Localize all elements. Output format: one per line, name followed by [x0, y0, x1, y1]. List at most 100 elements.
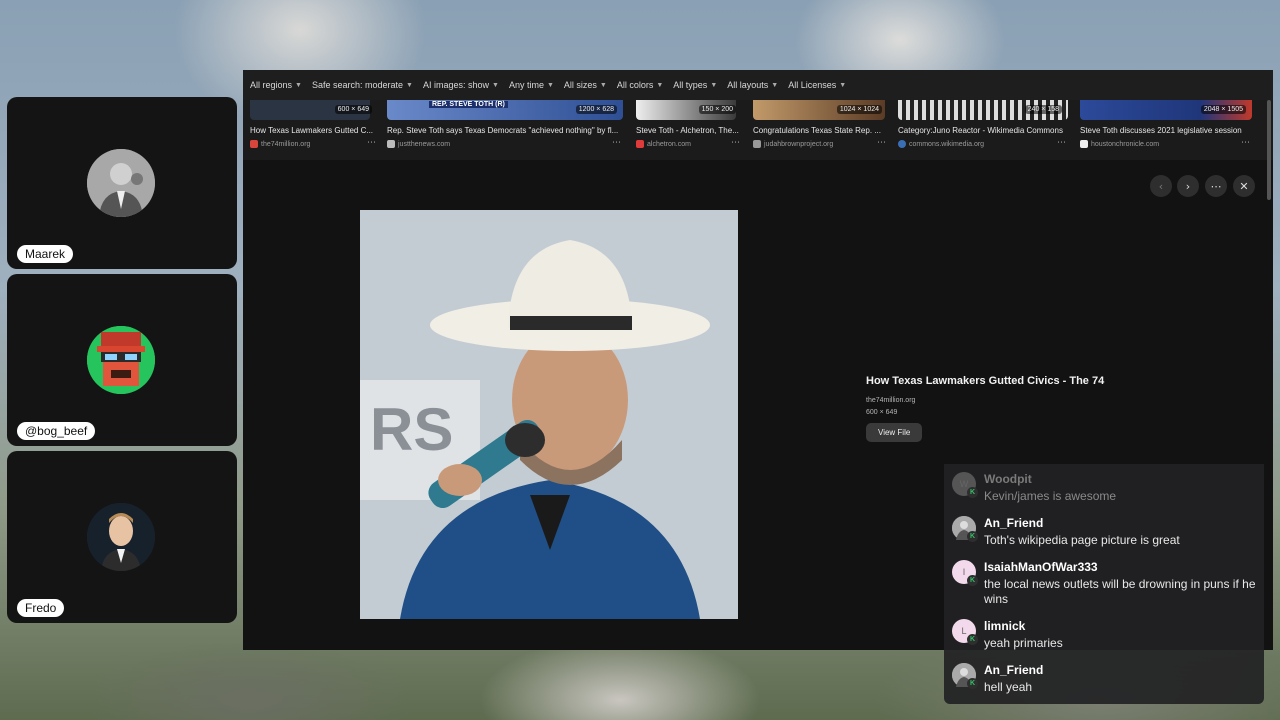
site-favicon-icon	[250, 140, 258, 148]
chevron-down-icon: ▼	[546, 81, 554, 89]
filter-time[interactable]: Any time ▼	[509, 80, 554, 90]
more-options-icon[interactable]: ⋯	[731, 138, 740, 148]
more-options-icon[interactable]: ⋯	[1241, 138, 1250, 148]
image-caption: Steve Toth discusses 2021 legislative se…	[1080, 126, 1242, 135]
avatar	[87, 326, 155, 394]
chevron-left-icon: ‹	[1158, 179, 1164, 193]
chevron-down-icon: ▼	[406, 81, 413, 89]
participant-tile-bog-beef[interactable]: @bog_beef	[7, 274, 237, 446]
image-title[interactable]: How Texas Lawmakers Gutted Civics - The …	[866, 375, 1104, 387]
avatar-initial: I	[962, 567, 966, 577]
chat-username[interactable]: limnick	[984, 619, 1025, 633]
image-dimensions: 240 × 158	[1024, 105, 1062, 114]
chat-text: hell yeah	[984, 680, 1033, 694]
image-source: commons.wikimedia.org	[898, 140, 984, 148]
image-source: houstonchronicle.com	[1080, 140, 1159, 148]
site-favicon-icon	[898, 140, 906, 148]
source-domain: judahbrownproject.org	[764, 140, 834, 148]
image-caption: Congratulations Texas State Rep. ...	[753, 126, 881, 135]
chat-text: Kevin/james is awesome	[984, 489, 1117, 503]
image-source: justthenews.com	[387, 140, 450, 148]
chevron-down-icon: ▼	[599, 81, 607, 89]
next-image-button[interactable]: ›	[1177, 175, 1199, 197]
image-caption: How Texas Lawmakers Gutted C...	[250, 126, 374, 135]
scrollbar[interactable]	[1267, 100, 1271, 200]
chat-text: yeah primaries	[984, 636, 1063, 650]
selected-image-preview[interactable]: RS	[360, 210, 738, 619]
more-options-button[interactable]: ⋯	[1205, 175, 1227, 197]
verified-badge-icon: K	[967, 575, 978, 586]
filter-layouts[interactable]: All layouts ▼	[727, 80, 778, 90]
source-domain: justthenews.com	[398, 140, 451, 148]
filter-colors[interactable]: All colors ▼	[617, 80, 663, 90]
close-viewer-button[interactable]: ✕	[1233, 175, 1255, 197]
filter-ai-images[interactable]: AI images: show ▼	[423, 80, 499, 90]
site-favicon-icon	[387, 140, 395, 148]
pixel-art-face-icon	[87, 326, 155, 394]
image-dimensions: 1024 × 1024	[836, 105, 882, 114]
view-file-button[interactable]: View File	[866, 423, 923, 442]
portrait-photo-icon	[87, 503, 155, 571]
filter-label: All types	[673, 80, 708, 90]
participant-name: Maarek	[17, 245, 74, 263]
source-domain: the74million.org	[261, 140, 311, 148]
chat-username[interactable]: An_Friend	[984, 516, 1043, 530]
image-domain[interactable]: the74million.org	[866, 397, 1104, 404]
chat-panel: W K Woodpit Kevin/james is awesome K An_…	[944, 464, 1264, 704]
filter-label: All layouts	[727, 80, 769, 90]
filter-label: All regions	[250, 80, 293, 90]
image-result[interactable]: 1024 × 1024 Congratulations Texas State …	[753, 100, 888, 158]
cowboy-portrait-image: RS	[360, 210, 738, 619]
filter-regions[interactable]: All regions ▼	[250, 80, 302, 90]
image-dimensions: 1200 × 628	[575, 105, 617, 114]
more-options-icon: ⋯	[1210, 179, 1222, 193]
chat-username[interactable]: IsaiahManOfWar333	[984, 560, 1098, 574]
participant-tile-maarek[interactable]: Maarek	[7, 97, 237, 269]
participant-tile-fredo[interactable]: Fredo	[7, 451, 237, 623]
verified-badge-icon: K	[967, 678, 978, 689]
image-dimensions: 2048 × 1505	[1200, 105, 1246, 114]
chat-text: Toth's wikipedia page picture is great	[984, 533, 1180, 547]
close-icon: ✕	[1239, 179, 1249, 193]
filter-safe-search[interactable]: Safe search: moderate ▼	[312, 80, 413, 90]
filter-sizes[interactable]: All sizes ▼	[564, 80, 607, 90]
image-caption: Rep. Steve Toth says Texas Democrats "ac…	[387, 126, 619, 135]
image-dimensions: 600 × 649	[334, 105, 372, 114]
image-result[interactable]: REP. STEVE TOTH (R) 1200 × 628 Rep. Stev…	[387, 100, 623, 158]
portrait-photo-icon	[87, 149, 155, 217]
image-source: the74million.org	[250, 140, 310, 148]
filter-label: All sizes	[563, 80, 597, 90]
chat-username[interactable]: An_Friend	[984, 663, 1043, 677]
previous-image-button[interactable]: ‹	[1150, 175, 1172, 197]
image-dimensions: 150 × 200	[698, 105, 736, 114]
image-results-strip: 600 × 649 How Texas Lawmakers Gutted C..…	[243, 100, 1273, 160]
more-options-icon[interactable]: ⋯	[367, 138, 376, 148]
filter-licenses[interactable]: All Licenses ▼	[788, 80, 846, 90]
avatar-initial: W	[959, 479, 969, 489]
image-result[interactable]: 150 × 200 Steve Toth - Alchetron, The...…	[636, 100, 742, 158]
chevron-down-icon: ▼	[295, 81, 302, 89]
filter-label: Any time	[508, 80, 544, 90]
avatar	[87, 149, 155, 217]
chevron-down-icon: ▼	[492, 81, 499, 89]
more-options-icon[interactable]: ⋯	[612, 138, 621, 148]
more-options-icon[interactable]: ⋯	[877, 138, 886, 148]
source-domain: houstonchronicle.com	[1091, 140, 1160, 148]
svg-text:RS: RS	[370, 396, 453, 463]
site-favicon-icon	[636, 140, 644, 148]
verified-badge-icon: K	[967, 531, 978, 542]
image-result[interactable]: 2048 × 1505 Steve Toth discusses 2021 le…	[1080, 100, 1252, 158]
thumbnail-banner-text: REP. STEVE TOTH (R)	[429, 101, 508, 108]
image-result[interactable]: 600 × 649 How Texas Lawmakers Gutted C..…	[250, 100, 378, 158]
image-caption: Category:Juno Reactor - Wikimedia Common…	[898, 126, 1063, 135]
site-favicon-icon	[1080, 140, 1088, 148]
chat-username[interactable]: Woodpit	[984, 472, 1032, 486]
verified-badge-icon: K	[967, 487, 978, 498]
more-options-icon[interactable]: ⋯	[1057, 138, 1066, 148]
verified-badge-icon: K	[967, 634, 978, 645]
image-source: judahbrownproject.org	[753, 140, 833, 148]
image-detail-panel: How Texas Lawmakers Gutted Civics - The …	[866, 375, 1104, 442]
participant-name: Fredo	[17, 599, 65, 617]
filter-types[interactable]: All types ▼	[673, 80, 717, 90]
image-result[interactable]: 240 × 158 Category:Juno Reactor - Wikime…	[898, 100, 1068, 158]
